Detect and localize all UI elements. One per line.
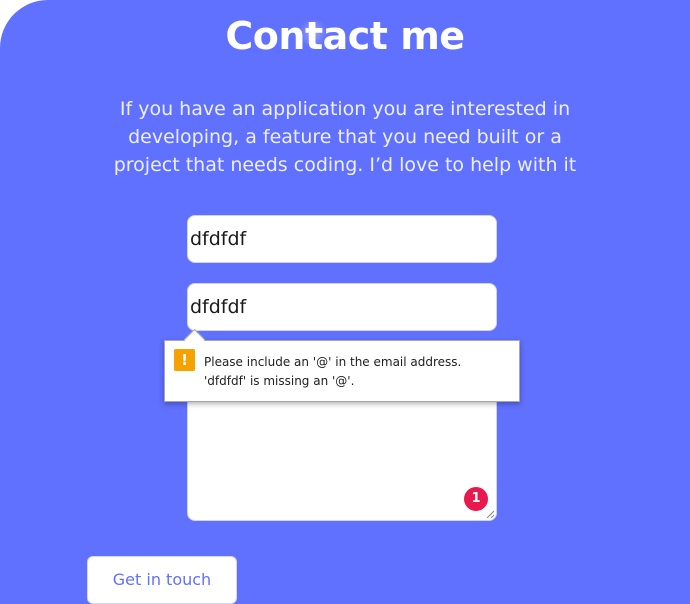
validation-message-line-2: 'dfdfdf' is missing an '@'. — [204, 374, 355, 388]
tooltip-arrow — [183, 328, 206, 351]
page-title: Contact me — [225, 14, 465, 58]
validation-message-line-1: Please include an '@' in the email addre… — [204, 355, 462, 369]
validation-tooltip: ! Please include an '@' in the email add… — [164, 328, 520, 402]
email-field[interactable] — [187, 283, 497, 331]
name-field[interactable] — [187, 215, 497, 263]
resize-handle-icon[interactable] — [487, 511, 494, 518]
contact-section: Contact me If you have an application yo… — [0, 0, 690, 604]
intro-text: If you have an application you are inter… — [113, 98, 577, 176]
warning-icon: ! — [174, 349, 195, 371]
notification-badge[interactable]: 1 — [464, 487, 488, 511]
get-in-touch-button[interactable]: Get in touch — [87, 556, 237, 604]
